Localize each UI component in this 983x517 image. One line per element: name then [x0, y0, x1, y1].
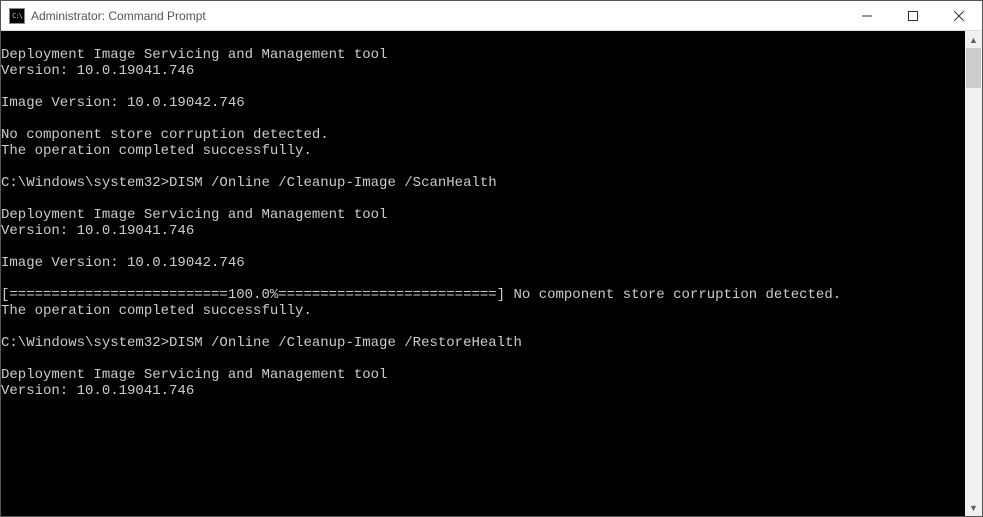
- scroll-track[interactable]: [965, 48, 982, 499]
- vertical-scrollbar[interactable]: ▲ ▼: [965, 31, 982, 516]
- titlebar[interactable]: C:\ Administrator: Command Prompt: [1, 1, 982, 31]
- scroll-down-button[interactable]: ▼: [965, 499, 982, 516]
- window-title: Administrator: Command Prompt: [31, 9, 206, 23]
- window-controls: [844, 1, 982, 30]
- close-button[interactable]: [936, 1, 982, 30]
- cmd-icon: C:\: [9, 8, 25, 24]
- maximize-button[interactable]: [890, 1, 936, 30]
- scroll-thumb[interactable]: [966, 48, 981, 88]
- console-area: Deployment Image Servicing and Managemen…: [1, 31, 982, 516]
- console-output[interactable]: Deployment Image Servicing and Managemen…: [1, 31, 965, 516]
- command-prompt-window: C:\ Administrator: Command Prompt Deploy…: [0, 0, 983, 517]
- scroll-up-button[interactable]: ▲: [965, 31, 982, 48]
- minimize-button[interactable]: [844, 1, 890, 30]
